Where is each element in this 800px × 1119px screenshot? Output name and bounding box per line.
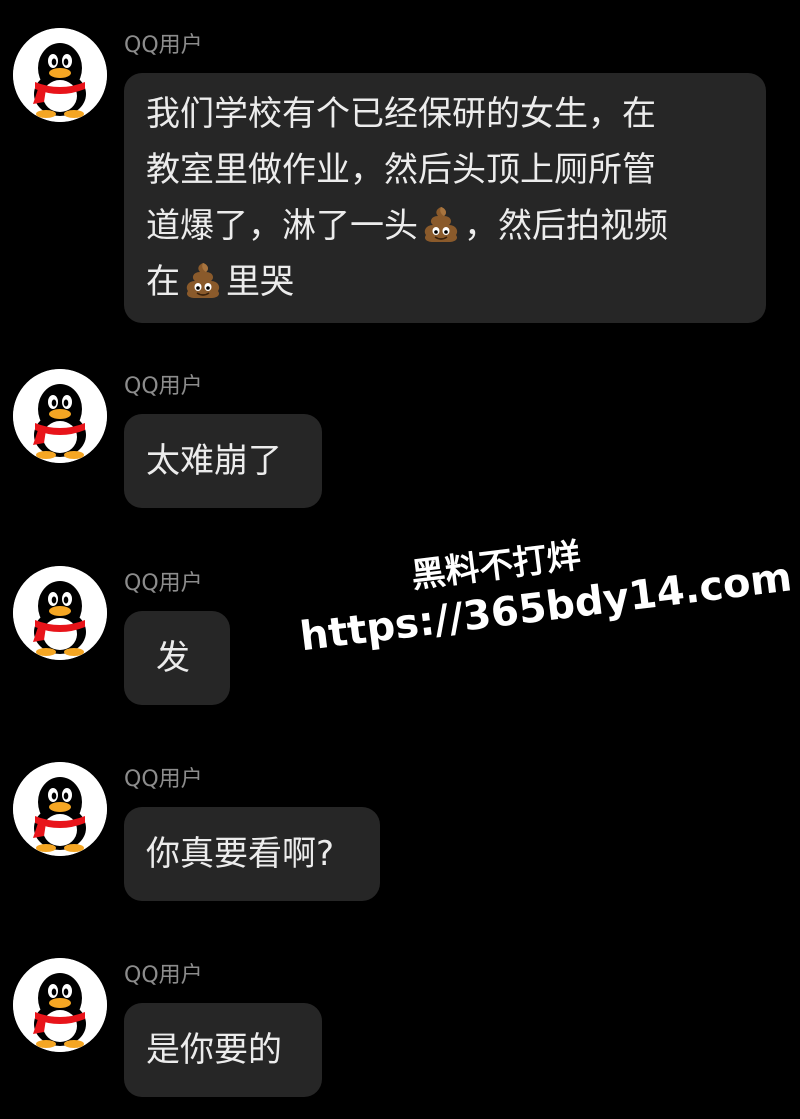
message-text-line: 教室里做作业，然后头顶上厕所管 xyxy=(146,150,656,190)
message-text-line: 道爆了，淋了一头 ，然后拍视频 xyxy=(146,198,744,254)
sender-name: QQ用户 xyxy=(124,374,203,399)
message-text: 太难崩了 xyxy=(146,441,282,481)
message-text-fragment: 在 xyxy=(146,262,180,302)
qq-penguin-icon[interactable] xyxy=(13,958,107,1052)
sender-name: QQ用户 xyxy=(124,571,203,596)
sender-name: QQ用户 xyxy=(124,33,203,58)
message-bubble[interactable]: 我们学校有个已经保研的女生，在 教室里做作业，然后头顶上厕所管 道爆了，淋了一头… xyxy=(124,73,766,323)
message-text: 你真要看啊? xyxy=(146,834,335,874)
sender-name: QQ用户 xyxy=(124,963,203,988)
qq-penguin-icon[interactable] xyxy=(13,28,107,122)
message-bubble[interactable]: 是你要的 xyxy=(124,1003,322,1097)
qq-penguin-icon[interactable] xyxy=(13,762,107,856)
message-bubble[interactable]: 太难崩了 xyxy=(124,414,322,508)
poop-emoji-icon xyxy=(421,203,461,243)
message-text-line: 我们学校有个已经保研的女生，在 xyxy=(146,94,656,134)
message-text: 发 xyxy=(156,638,190,678)
message-bubble[interactable]: 发 xyxy=(124,611,230,705)
qq-penguin-icon[interactable] xyxy=(13,566,107,660)
message-text-fragment: 里哭 xyxy=(226,262,294,302)
qq-penguin-icon[interactable] xyxy=(13,369,107,463)
message-text: 是你要的 xyxy=(146,1030,282,1070)
poop-emoji-icon xyxy=(183,259,223,299)
sender-name: QQ用户 xyxy=(124,767,203,792)
message-text-fragment: ，然后拍视频 xyxy=(464,206,668,246)
message-text-line: 在 里哭 xyxy=(146,254,744,310)
message-text-fragment: 道爆了，淋了一头 xyxy=(146,206,418,246)
message-bubble[interactable]: 你真要看啊? xyxy=(124,807,380,901)
